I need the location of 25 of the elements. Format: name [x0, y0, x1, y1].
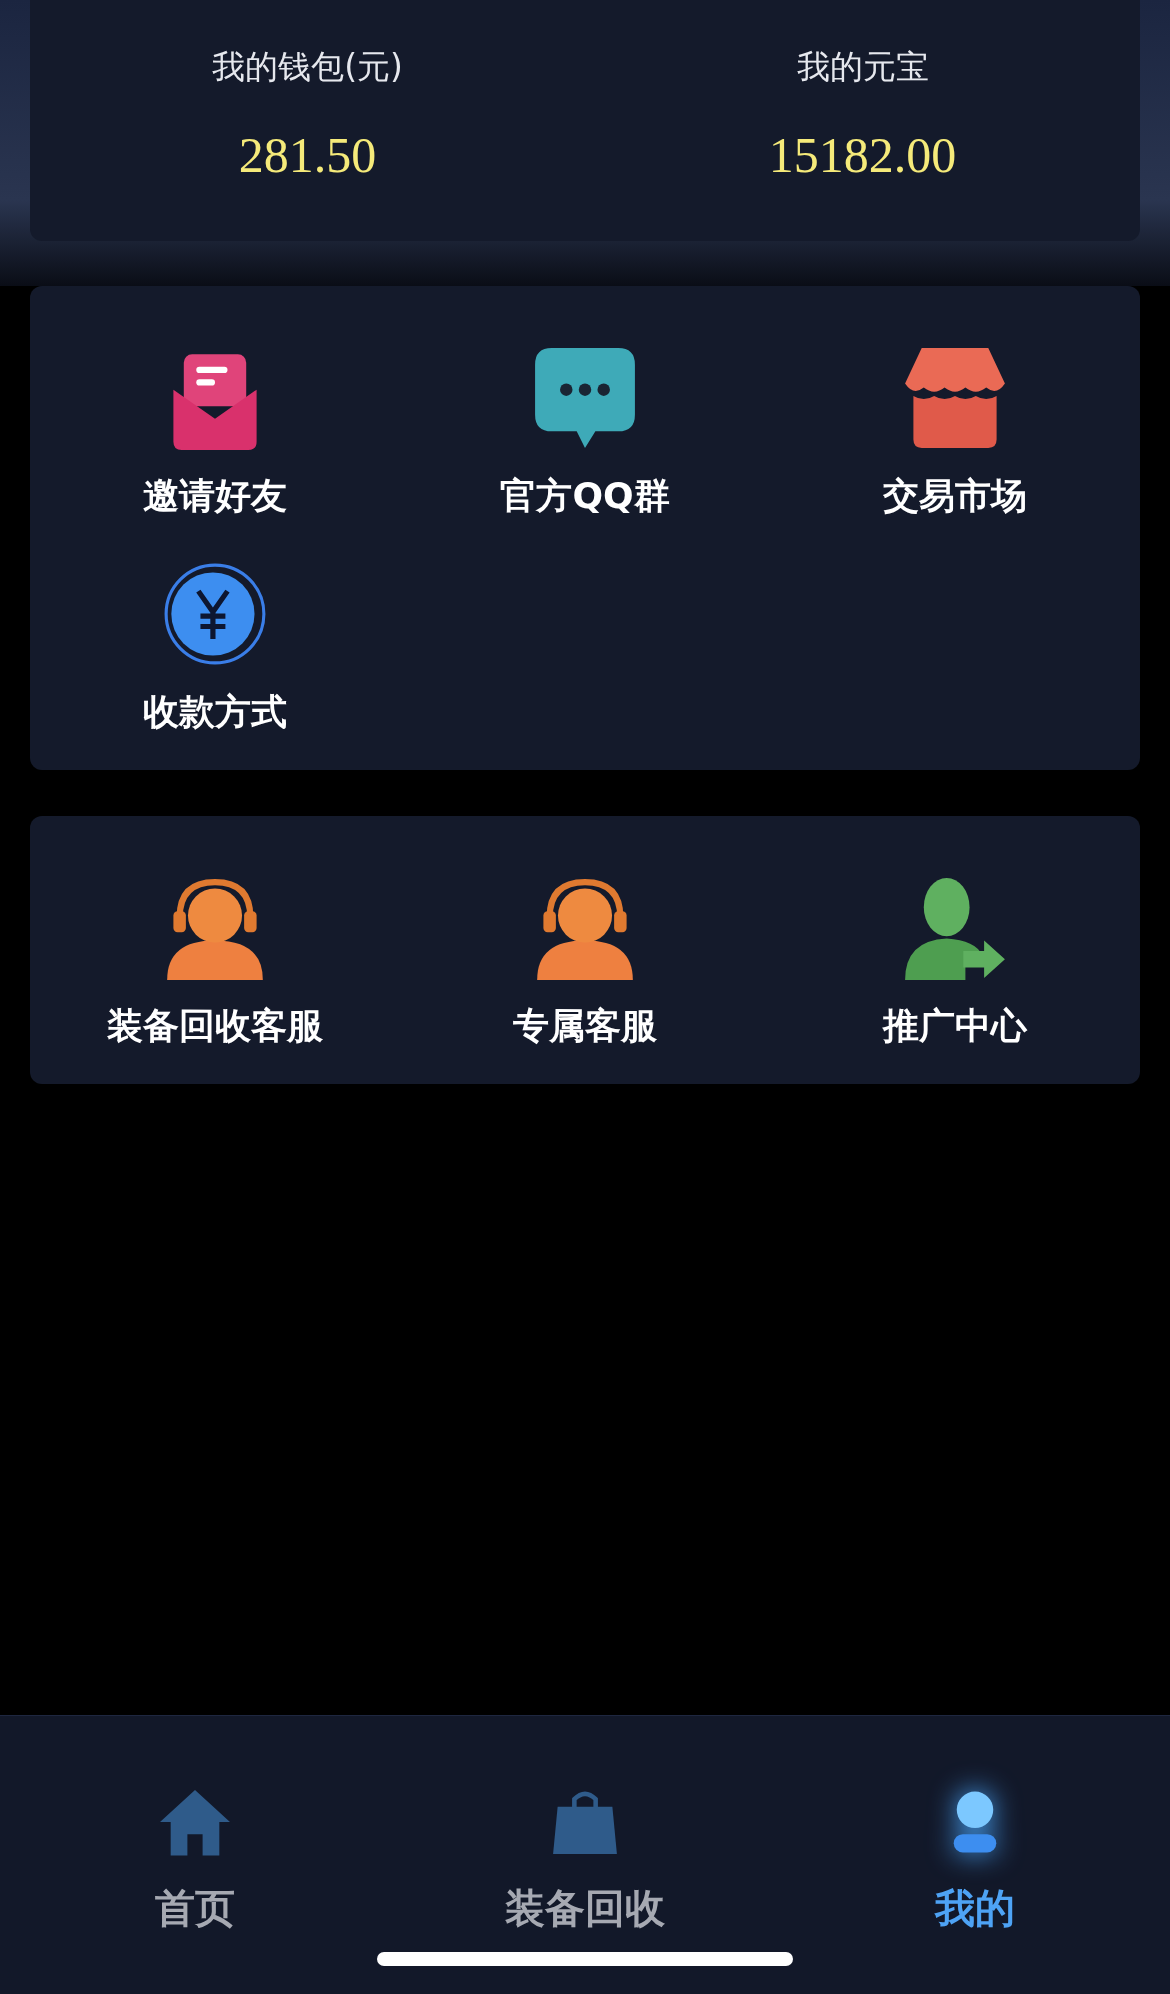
- menu-label: 交易市场: [883, 478, 1027, 514]
- yen-coin-icon: [163, 562, 267, 666]
- shop-icon: [903, 346, 1007, 450]
- wallet-value: 15182.00: [768, 129, 957, 180]
- menu-label: 装备回收客服: [107, 1008, 323, 1044]
- menu-item[interactable]: 邀请好友: [30, 346, 400, 514]
- menu-item[interactable]: 推广中心: [770, 876, 1140, 1044]
- menu-label: 官方QQ群: [500, 478, 670, 514]
- chat-bubble-icon: [533, 346, 637, 450]
- wallet-label: 我的元宝: [796, 46, 929, 88]
- wallet-value: 281.50: [238, 129, 377, 180]
- menu-label: 专属客服: [513, 1008, 657, 1044]
- menu-item[interactable]: 专属客服: [400, 876, 770, 1044]
- wallet-label: 我的钱包(元): [212, 46, 403, 88]
- menu-label: 推广中心: [883, 1008, 1027, 1044]
- menu-item[interactable]: 官方QQ群: [400, 346, 770, 514]
- menu-item[interactable]: 装备回收客服: [30, 876, 400, 1044]
- nav-tab[interactable]: 首页: [0, 1784, 390, 1994]
- menu-label: 邀请好友: [143, 478, 287, 514]
- nav-tab[interactable]: 我的: [780, 1784, 1170, 1994]
- nav-tab[interactable]: 装备回收: [390, 1784, 780, 1994]
- menu-item[interactable]: 交易市场: [770, 346, 1140, 514]
- user-arrow-icon: [903, 876, 1007, 980]
- menu-item[interactable]: 收款方式: [30, 562, 400, 730]
- menu-label: 收款方式: [143, 694, 287, 730]
